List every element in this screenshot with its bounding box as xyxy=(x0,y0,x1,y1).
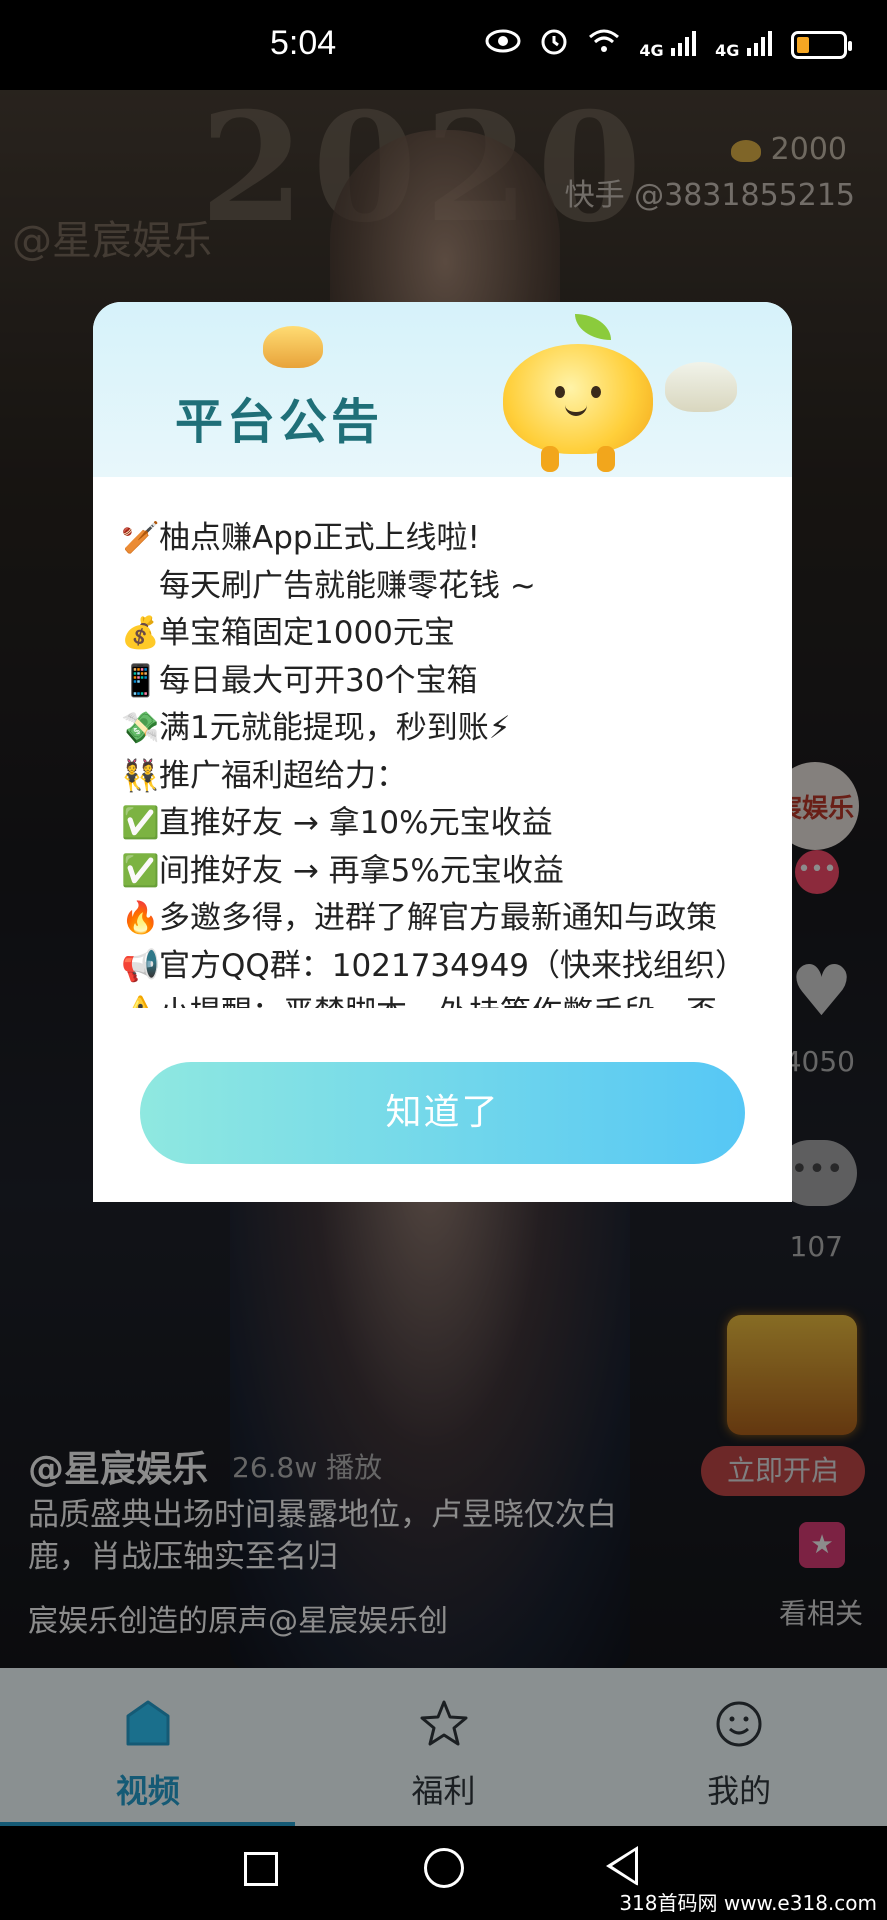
line-text: 满1元就能提现，秒到账⚡ xyxy=(159,710,511,746)
video-icon xyxy=(126,1700,170,1746)
line-emoji-icon: 💰 xyxy=(121,615,160,651)
dialog-header: 平台公告 xyxy=(93,302,792,477)
back-icon[interactable] xyxy=(606,1846,638,1886)
announcement-line: 📢官方QQ群：1021734949（快来找组织） xyxy=(121,943,781,991)
status-bar: 5:04 4G 4G xyxy=(0,0,887,90)
star-icon xyxy=(420,1700,467,1746)
announcement-line: 每天刷广告就能赚零花钱 ~ xyxy=(121,563,781,611)
smiley-icon xyxy=(716,1701,762,1747)
announcement-line: 💸满1元就能提现，秒到账⚡ xyxy=(121,705,781,753)
announcement-line: ✅间推好友 → 再拿5%元宝收益 xyxy=(121,848,781,896)
bottom-nav: 视频 福利 我的 xyxy=(0,1668,887,1826)
line-text: 多邀多得，进群了解官方最新通知与政策 xyxy=(159,900,717,936)
line-text: 官方QQ群：1021734949（快来找组织） xyxy=(159,947,747,984)
system-nav-bar: 318首码网 www.e318.com xyxy=(0,1826,887,1920)
announcement-line: 🏏柚点赚App正式上线啦! xyxy=(121,515,781,563)
battery-low-icon xyxy=(791,30,852,59)
line-emoji-icon: 💸 xyxy=(121,710,160,746)
line-emoji-icon: ✅ xyxy=(121,852,160,889)
announcement-line: ✅直推好友 → 拿10%元宝收益 xyxy=(121,800,781,848)
announcement-dialog: 平台公告 🏏柚点赚App正式上线啦! 每天刷广告就能赚零花钱 ~ 💰单宝箱固定100… xyxy=(93,302,792,1202)
line-emoji-icon: 👯 xyxy=(121,757,160,794)
line-emoji-icon: 🏏 xyxy=(121,520,160,556)
line-text: 直推好友 → 拿10%元宝收益 xyxy=(159,805,553,841)
line-text: 小提醒：严禁脚本、外挂等作弊手段，否 xyxy=(159,995,717,1008)
line-text: 间推好友 → 再拿5%元宝收益 xyxy=(159,852,564,889)
nav-label-welfare: 福利 xyxy=(411,1772,476,1810)
pomelo-mascot-icon xyxy=(493,314,663,474)
announcement-line: 👯推广福利超给力： xyxy=(121,753,781,801)
line-emoji-icon: 🔥 xyxy=(121,900,160,936)
signal-4g-icon-2: 4G xyxy=(715,30,773,60)
line-emoji-icon: 📢 xyxy=(121,947,160,984)
line-text: 每日最大可开30个宝箱 xyxy=(159,662,478,699)
signal-4g-icon: 4G xyxy=(639,30,697,60)
announcement-line: 📱每日最大可开30个宝箱 xyxy=(121,658,781,706)
dialog-title: 平台公告 xyxy=(175,394,384,450)
site-watermark: 318首码网 www.e318.com xyxy=(613,1885,883,1918)
announcement-line: ⚠️小提醒：严禁脚本、外挂等作弊手段，否 xyxy=(121,990,781,1008)
alarm-icon xyxy=(539,26,569,63)
line-text: 柚点赚App正式上线啦! xyxy=(159,520,480,556)
nav-label-video: 视频 xyxy=(115,1772,180,1810)
announcement-line: 💰单宝箱固定1000元宝 xyxy=(121,610,781,658)
line-emoji-icon: 📱 xyxy=(121,662,160,699)
gold-ingot-icon xyxy=(263,326,323,368)
got-it-button[interactable]: 知道了 xyxy=(140,1062,745,1164)
silver-ingot-icon xyxy=(665,362,737,412)
announcement-line: 🔥多邀多得，进群了解官方最新通知与政策 xyxy=(121,895,781,943)
announcement-text[interactable]: 🏏柚点赚App正式上线啦! 每天刷广告就能赚零花钱 ~ 💰单宝箱固定1000元宝 📱每… xyxy=(121,515,781,1008)
line-text: 推广福利超给力： xyxy=(159,757,407,794)
status-icons: 4G 4G xyxy=(485,26,852,63)
nav-mine[interactable]: 我的 xyxy=(591,1668,887,1826)
eye-icon xyxy=(485,29,521,60)
nav-video[interactable]: 视频 xyxy=(0,1668,296,1826)
line-text: 每天刷广告就能赚零花钱 ~ xyxy=(159,567,536,604)
wifi-6-icon xyxy=(587,27,621,62)
nav-welfare[interactable]: 福利 xyxy=(296,1668,592,1826)
status-time: 5:04 xyxy=(270,24,337,62)
line-emoji-icon: ✅ xyxy=(121,805,160,841)
line-emoji-icon: ⚠️ xyxy=(121,990,160,1008)
nav-label-mine: 我的 xyxy=(707,1772,772,1810)
home-icon[interactable] xyxy=(424,1848,464,1888)
recent-apps-icon[interactable] xyxy=(244,1852,278,1886)
line-text: 单宝箱固定1000元宝 xyxy=(159,615,455,651)
